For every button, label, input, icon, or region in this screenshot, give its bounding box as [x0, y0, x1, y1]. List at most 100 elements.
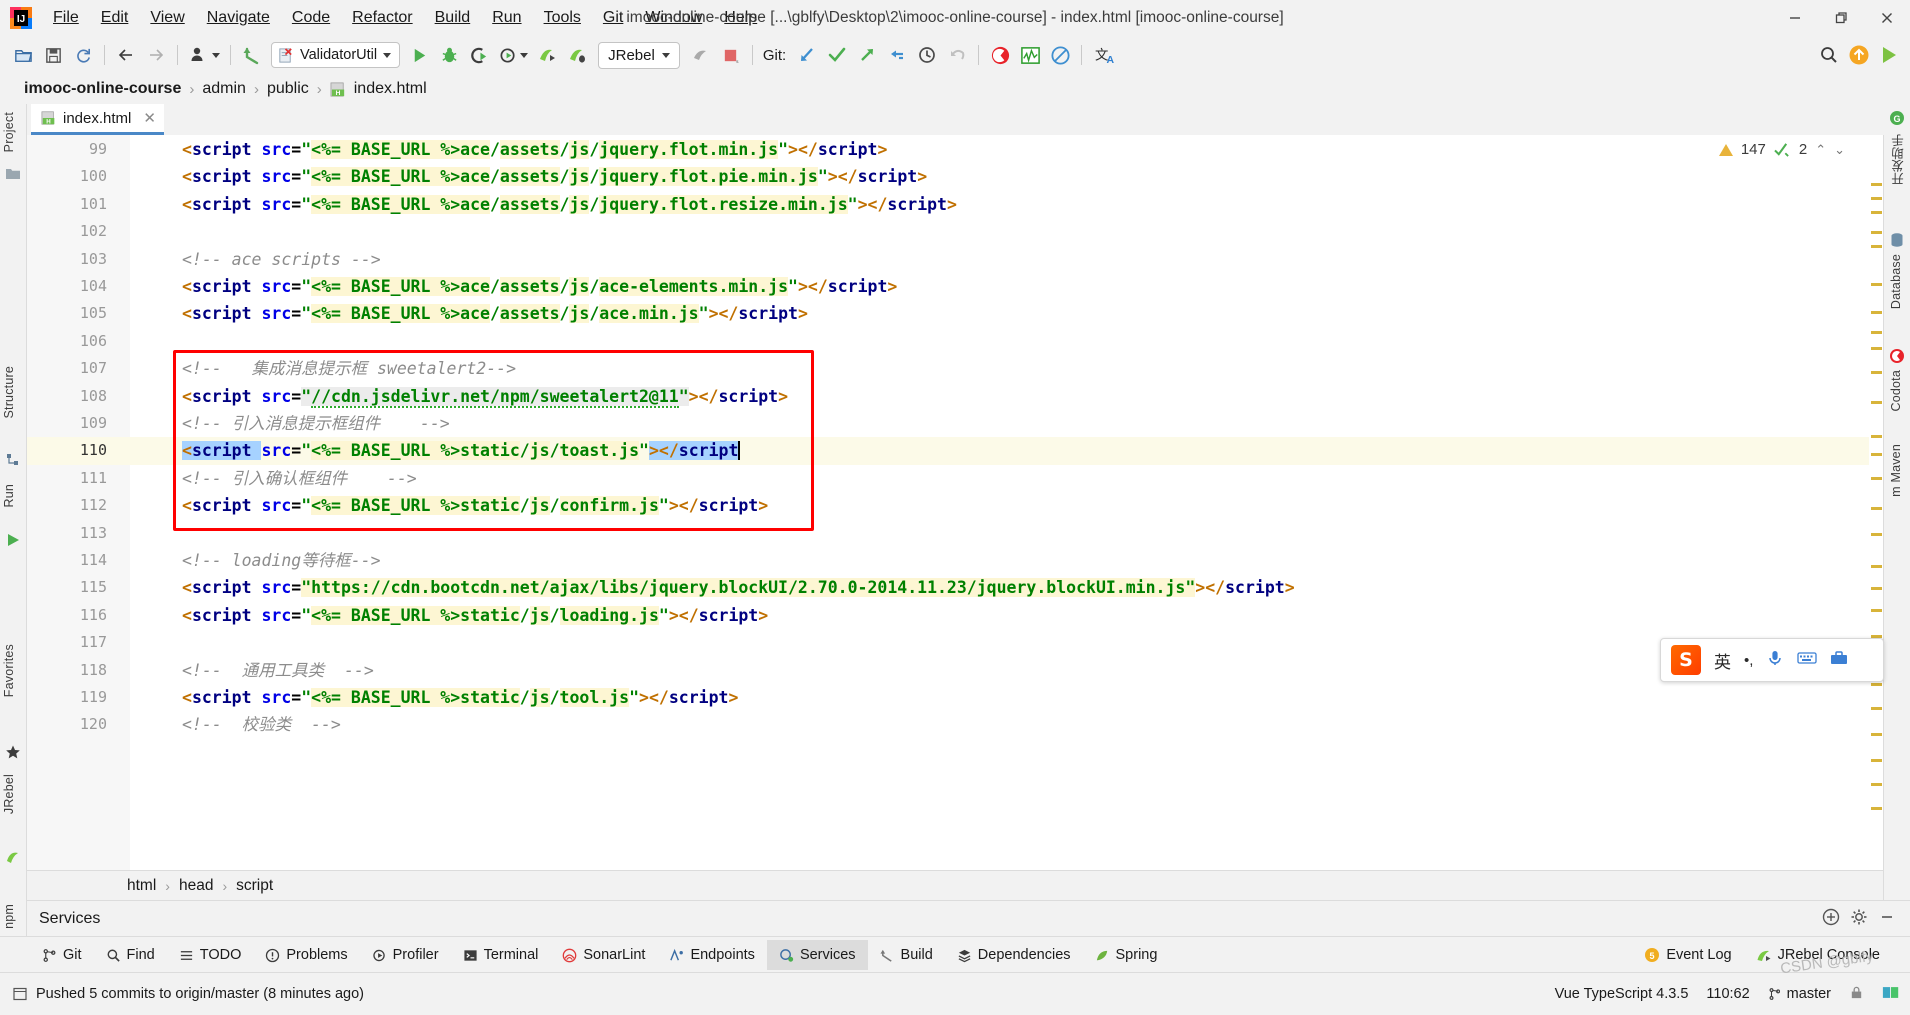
tool-button-endpoints[interactable]: Endpoints — [657, 940, 767, 970]
debug-icon[interactable] — [434, 40, 464, 70]
tool-button-jrebel-console[interactable]: JRebel Console — [1744, 940, 1892, 970]
tool-window-dev-helper[interactable]: 开发助手 — [1889, 134, 1908, 185]
tool-window-jrebel[interactable]: JRebel — [2, 774, 16, 814]
save-all-icon[interactable] — [38, 40, 68, 70]
editor-marker[interactable] — [1871, 435, 1882, 438]
run-icon[interactable] — [404, 40, 434, 70]
editor-marker[interactable] — [1871, 533, 1882, 536]
tool-button-build[interactable]: Build — [868, 940, 945, 970]
toolbox-icon[interactable] — [1830, 649, 1848, 672]
tool-button-profiler[interactable]: Profiler — [360, 940, 451, 970]
git-update-icon[interactable] — [792, 40, 822, 70]
stop-icon[interactable] — [686, 40, 716, 70]
close-icon[interactable]: ✕ — [143, 109, 156, 127]
sogou-logo-icon[interactable]: S — [1671, 645, 1701, 675]
tool-window-database[interactable]: Database — [1889, 254, 1903, 309]
ime-punctuation-label[interactable]: •, — [1744, 652, 1753, 669]
editor-marker[interactable] — [1871, 507, 1882, 510]
tool-button-find[interactable]: Find — [94, 940, 167, 970]
code-editor[interactable]: 147 2 ⌃ ⌄ 99 <script src="<%= BASE_URL %>… — [27, 135, 1883, 880]
back-icon[interactable] — [111, 40, 141, 70]
add-service-icon[interactable] — [1822, 908, 1840, 931]
jrebel-debug-icon[interactable] — [562, 40, 592, 70]
tool-window-structure[interactable]: Structure — [2, 366, 16, 419]
code-line[interactable]: 116 <script src="<%= BASE_URL %>static/js… — [27, 602, 1883, 629]
code-line[interactable]: 103 <!-- ace scripts --> — [27, 246, 1883, 273]
code-line[interactable]: 99 <script src="<%= BASE_URL %>ace/assets… — [27, 136, 1883, 163]
tool-button-git[interactable]: Git — [30, 940, 94, 970]
keyboard-icon[interactable] — [1797, 650, 1818, 671]
profile-dropdown-icon[interactable] — [184, 40, 224, 70]
memory-indicator-icon[interactable] — [1882, 985, 1900, 1004]
breadcrumb-public[interactable]: public — [267, 80, 309, 98]
status-message-area[interactable]: Pushed 5 commits to origin/master (8 min… — [12, 986, 364, 1002]
editor-marker[interactable] — [1871, 453, 1882, 456]
editor-marker[interactable] — [1871, 231, 1882, 234]
jrebel-selector[interactable]: JRebel — [598, 41, 680, 69]
editor-marker[interactable] — [1871, 807, 1882, 810]
breadcrumb-admin[interactable]: admin — [202, 80, 246, 98]
play-green-icon[interactable] — [1874, 40, 1904, 70]
git-commit-icon[interactable] — [822, 40, 852, 70]
menu-refactor[interactable]: Refactor — [341, 6, 423, 30]
editor-marker[interactable] — [1871, 587, 1882, 590]
code-line[interactable]: 107 <!-- 集成消息提示框 sweetalert2--> — [27, 355, 1883, 382]
profiler-icon[interactable] — [494, 40, 532, 70]
menu-code[interactable]: Code — [281, 6, 341, 30]
code-line[interactable]: 119 <script src="<%= BASE_URL %>static/js… — [27, 684, 1883, 711]
code-line[interactable]: 100 <script src="<%= BASE_URL %>ace/asset… — [27, 163, 1883, 190]
code-line[interactable]: 106 — [27, 328, 1883, 355]
editor-marker[interactable] — [1871, 683, 1882, 686]
tool-window-maven[interactable]: m Maven — [1889, 444, 1903, 497]
editor-marker[interactable] — [1871, 565, 1882, 568]
tool-button-sonarlint[interactable]: SonarLint — [550, 940, 657, 970]
breadcrumb-html[interactable]: html — [127, 877, 156, 895]
menu-file[interactable]: File — [42, 6, 90, 30]
git-history-icon[interactable] — [912, 40, 942, 70]
tool-button-terminal[interactable]: Terminal — [451, 940, 551, 970]
forward-icon[interactable] — [141, 40, 171, 70]
editor-marker[interactable] — [1871, 371, 1882, 374]
editor-marker[interactable] — [1871, 245, 1882, 248]
close-button[interactable] — [1864, 0, 1910, 36]
status-framework[interactable]: Vue TypeScript 4.3.5 — [1555, 986, 1689, 1002]
editor-marker[interactable] — [1871, 183, 1882, 186]
menu-view[interactable]: View — [139, 6, 195, 30]
menu-help[interactable]: Help — [713, 6, 768, 30]
editor-marker[interactable] — [1871, 197, 1882, 200]
editor-marker[interactable] — [1871, 759, 1882, 762]
menu-build[interactable]: Build — [424, 6, 482, 30]
settings-gear-icon[interactable] — [1850, 908, 1868, 931]
git-push-icon[interactable] — [852, 40, 882, 70]
tool-button-spring[interactable]: Spring — [1083, 940, 1170, 970]
editor-marker[interactable] — [1871, 783, 1882, 786]
status-caret-position[interactable]: 110:62 — [1706, 986, 1749, 1002]
tool-window-run[interactable]: Run — [2, 484, 16, 508]
editor-tab-index-html[interactable]: H index.html ✕ — [31, 104, 164, 135]
menu-edit[interactable]: Edit — [90, 6, 140, 30]
sync-icon[interactable] — [68, 40, 98, 70]
tool-window-codota[interactable]: Codota — [1889, 370, 1903, 412]
editor-marker[interactable] — [1871, 347, 1882, 350]
code-line[interactable]: 115 <script src="https://cdn.bootcdn.net/… — [27, 574, 1883, 601]
menu-navigate[interactable]: Navigate — [196, 6, 281, 30]
code-line[interactable]: 104 <script src="<%= BASE_URL %>ace/asset… — [27, 273, 1883, 300]
lock-icon[interactable] — [1849, 985, 1864, 1004]
tool-button-services[interactable]: Services — [766, 940, 868, 970]
code-line[interactable]: 102 — [27, 218, 1883, 245]
editor-marker[interactable] — [1871, 331, 1882, 334]
tool-button-todo[interactable]: TODO — [167, 940, 254, 970]
code-line[interactable]: 114 <!-- loading等待框--> — [27, 547, 1883, 574]
pause-icon[interactable]: s — [716, 40, 746, 70]
mic-icon[interactable] — [1766, 649, 1784, 672]
editor-marker[interactable] — [1871, 211, 1882, 214]
codota-icon[interactable] — [985, 40, 1015, 70]
open-folder-icon[interactable] — [8, 40, 38, 70]
upload-icon[interactable] — [1844, 40, 1874, 70]
menu-window[interactable]: Window — [634, 6, 713, 30]
editor-marker[interactable] — [1871, 707, 1882, 710]
menu-run[interactable]: Run — [481, 6, 532, 30]
jrebel-run-icon[interactable] — [532, 40, 562, 70]
code-line[interactable]: 118 <!-- 通用工具类 --> — [27, 657, 1883, 684]
editor-marker[interactable] — [1871, 283, 1882, 286]
